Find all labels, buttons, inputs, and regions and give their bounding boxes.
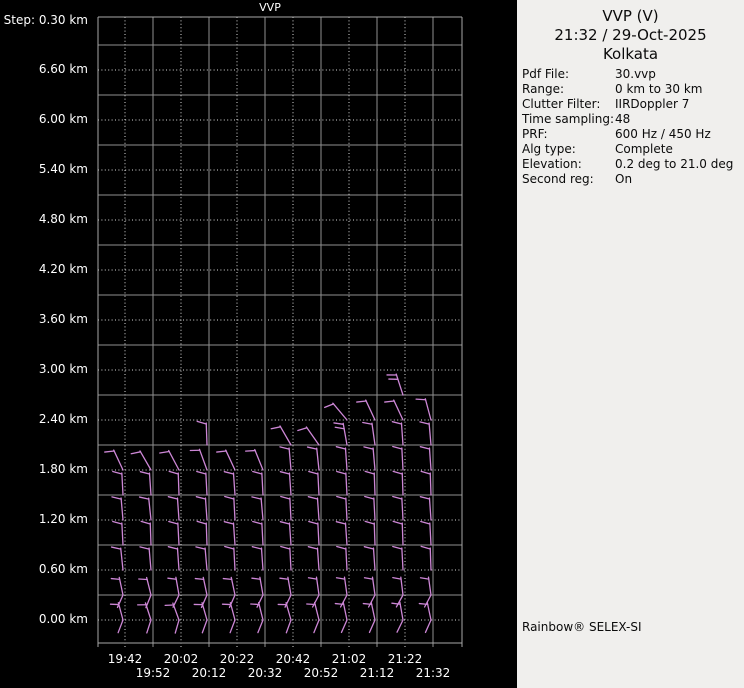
y-axis-label: 4.20 km	[38, 262, 88, 276]
info-field-row: Clutter Filter: IIRDoppler 7	[522, 97, 742, 112]
info-field-label: Second reg:	[522, 172, 594, 186]
info-field-row: Second reg: On	[522, 172, 742, 187]
y-axis-label: 3.60 km	[38, 312, 88, 326]
y-axis-label: 1.20 km	[38, 512, 88, 526]
brand-label: Rainbow® SELEX-SI	[522, 620, 642, 634]
info-field-value: 30.vvp	[615, 67, 656, 81]
y-axis-label: 6.00 km	[38, 112, 88, 126]
y-axis-label: 0.00 km	[38, 612, 88, 626]
wind-barb-plot	[97, 16, 463, 647]
info-field-label: Alg type:	[522, 142, 576, 156]
x-axis-label: 20:12	[191, 666, 227, 680]
x-axis-label: 20:52	[303, 666, 339, 680]
x-axis-label: 21:32	[415, 666, 451, 680]
vvp-application-window: { "panel": { "title": "VVP (V)", "dateti…	[0, 0, 744, 688]
info-field-value: 600 Hz / 450 Hz	[615, 127, 711, 141]
x-axis-label: 21:12	[359, 666, 395, 680]
wind-profile-chart-region: VVP Step: 0.30 km 6.60 km 6.00 km 5.40 km 4…	[0, 0, 517, 688]
panel-datetime: 21:32 / 29-Oct-2025	[554, 26, 707, 44]
info-field-label: Elevation:	[522, 157, 582, 171]
info-field-row: Pdf File: 30.vvp	[522, 67, 742, 82]
x-axis-label: 19:42	[107, 652, 143, 666]
panel-header: VVP (V) 21:32 / 29-Oct-2025 Kolkata	[517, 7, 744, 64]
x-axis-label: 20:22	[219, 652, 255, 666]
info-field-label: Range:	[522, 82, 565, 96]
y-axis-label: 1.80 km	[38, 462, 88, 476]
x-axis-label: 20:42	[275, 652, 311, 666]
x-axis-label: 19:52	[135, 666, 171, 680]
info-field-value: Complete	[615, 142, 673, 156]
x-axis-label: 21:22	[387, 652, 423, 666]
info-field-row: Alg type: Complete	[522, 142, 742, 157]
x-axis-label: 21:02	[331, 652, 367, 666]
panel-title: VVP (V)	[602, 7, 659, 25]
y-axis-label: 4.80 km	[38, 212, 88, 226]
info-field-label: PRF:	[522, 127, 548, 141]
panel-site: Kolkata	[602, 45, 659, 63]
info-field-label: Time sampling:	[522, 112, 615, 126]
y-axis-label: 3.00 km	[38, 362, 88, 376]
wind-barbs	[104, 373, 432, 634]
info-field-value: IIRDoppler 7	[615, 97, 690, 111]
info-field-row: Range: 0 km to 30 km	[522, 82, 742, 97]
info-panel: VVP (V) 21:32 / 29-Oct-2025 Kolkata Pdf …	[517, 0, 744, 688]
info-field-value: 0 km to 30 km	[615, 82, 703, 96]
info-field-value: On	[615, 172, 633, 186]
info-field-label: Clutter Filter:	[522, 97, 601, 111]
panel-fields: Pdf File: 30.vvp Range: 0 km to 30 km Clutte…	[522, 67, 742, 187]
info-field-value: 0.2 deg to 21.0 deg	[615, 157, 734, 171]
info-field-value: 48	[615, 112, 631, 126]
y-axis-label: 0.60 km	[38, 562, 88, 576]
y-axis-step-label: Step: 0.30 km	[3, 13, 88, 27]
y-axis-label: 6.60 km	[38, 62, 88, 76]
info-field-row: PRF: 600 Hz / 450 Hz	[522, 127, 742, 142]
info-field-label: Pdf File:	[522, 67, 570, 81]
x-axis-label: 20:32	[247, 666, 283, 680]
info-field-row: Elevation: 0.2 deg to 21.0 deg	[522, 157, 742, 172]
y-axis-label: 5.40 km	[38, 162, 88, 176]
x-axis-label: 20:02	[163, 652, 199, 666]
info-field-row: Time sampling: 48	[522, 112, 742, 127]
y-axis-label: 2.40 km	[38, 412, 88, 426]
